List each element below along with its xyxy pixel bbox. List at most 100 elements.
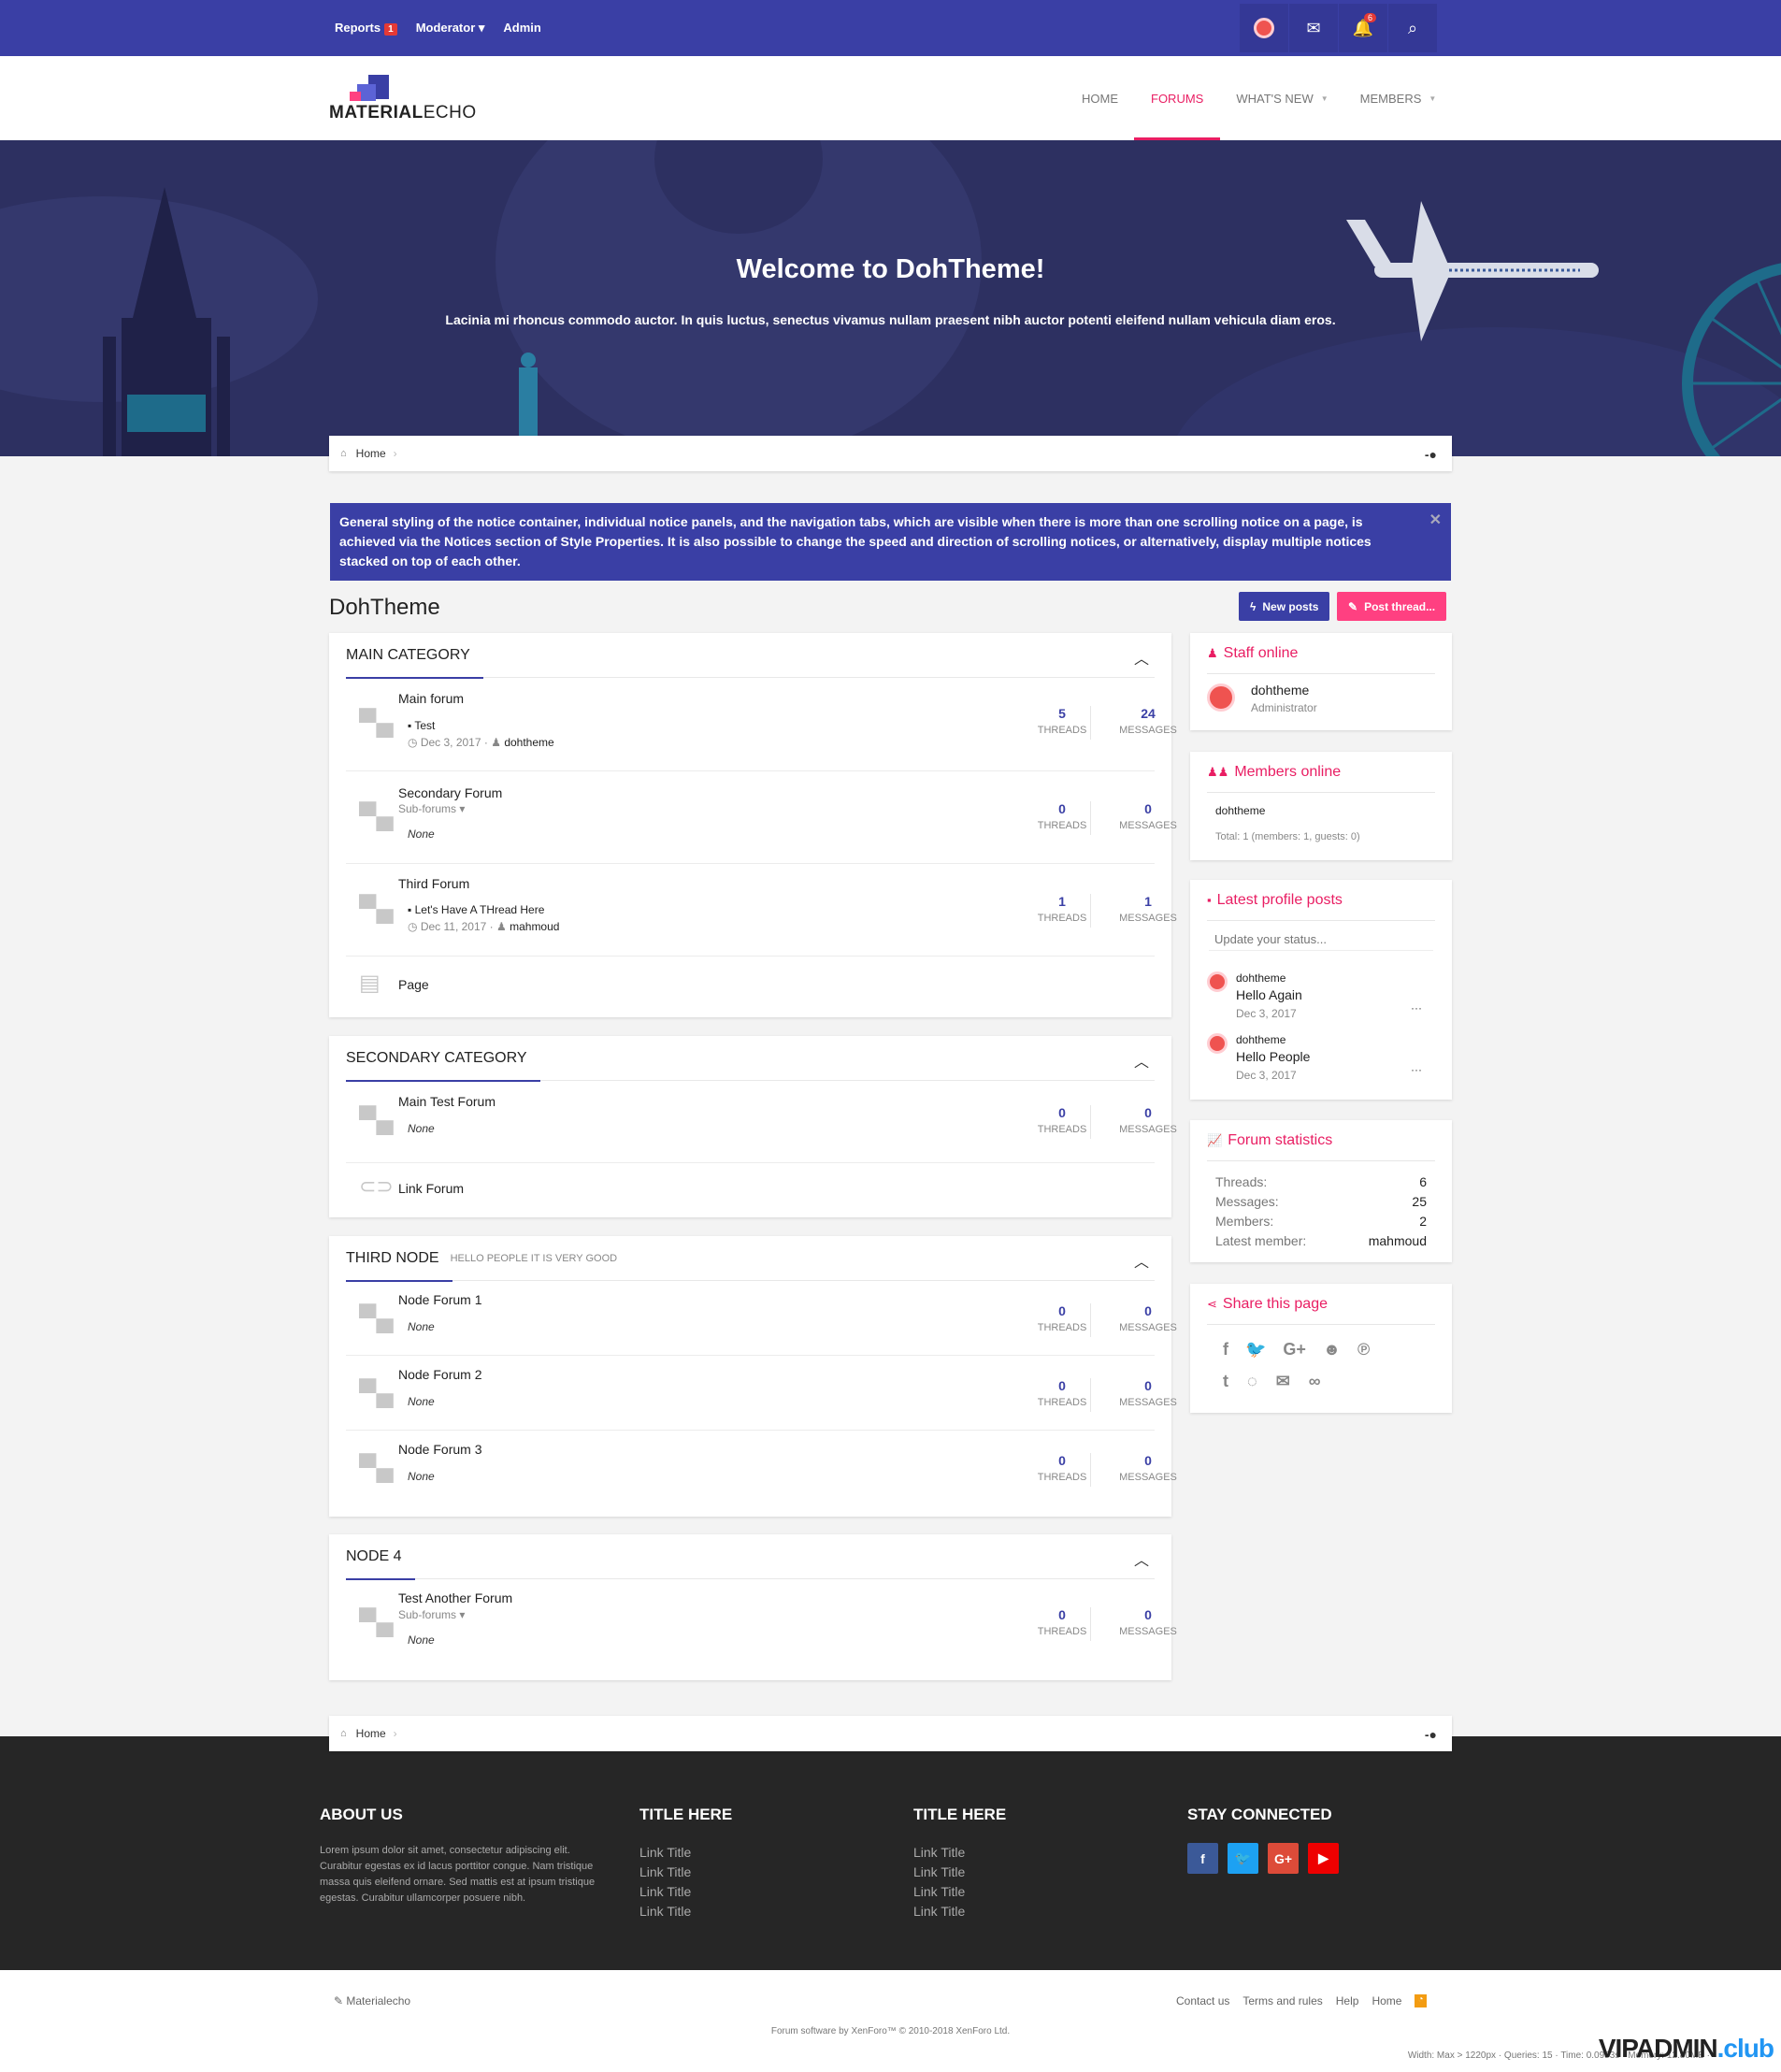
node-title[interactable]: Main Test Forum bbox=[398, 1094, 496, 1109]
chevron-up-icon[interactable]: ︿ bbox=[1134, 646, 1149, 669]
threads-label: THREADS bbox=[1037, 1626, 1087, 1637]
alerts-button[interactable]: 🔔 6 bbox=[1339, 4, 1387, 52]
latest-thread-link[interactable]: Test bbox=[414, 719, 435, 732]
node-title[interactable]: Third Forum bbox=[398, 876, 469, 891]
reports-link[interactable]: Reports 1 bbox=[335, 21, 397, 36]
google-plus-icon[interactable]: G+ bbox=[1268, 1843, 1299, 1874]
staff-name[interactable]: dohtheme bbox=[1251, 683, 1309, 698]
close-icon[interactable]: ✕ bbox=[1429, 511, 1442, 530]
node-title[interactable]: Main forum bbox=[398, 691, 464, 706]
footer: ABOUT US Lorem ipsum dolor sit amet, con… bbox=[0, 1736, 1781, 1970]
brush-icon: ✎ bbox=[334, 1994, 347, 2007]
avatar[interactable] bbox=[1207, 683, 1235, 712]
footer-link[interactable]: Link Title bbox=[913, 1882, 1006, 1902]
terms-link[interactable]: Terms and rules bbox=[1242, 1994, 1322, 2007]
nav-home[interactable]: HOME bbox=[1066, 56, 1134, 140]
node-title[interactable]: Test Another Forum bbox=[398, 1590, 512, 1605]
post-author[interactable]: dohtheme bbox=[1236, 971, 1285, 985]
footer-link[interactable]: Link Title bbox=[913, 1902, 1006, 1921]
new-posts-button[interactable]: ϟ New posts bbox=[1239, 592, 1330, 621]
footer-link[interactable]: Link Title bbox=[639, 1843, 732, 1863]
category-secondary: SECONDARY CATEGORY ︿ ▀▄ Main Test Forum N… bbox=[329, 1036, 1177, 1217]
subforums-toggle[interactable]: Sub-forums ▾ bbox=[398, 1608, 465, 1621]
no-latest: None bbox=[408, 827, 435, 841]
footer-about-text: Lorem ipsum dolor sit amet, consectetur … bbox=[320, 1845, 596, 1904]
hero-banner: Welcome to DohTheme! Lacinia mi rhoncus … bbox=[0, 140, 1781, 456]
bottom-bar: ✎ Materialecho Contact us Terms and rule… bbox=[0, 1970, 1781, 2072]
youtube-icon[interactable]: ▶ bbox=[1308, 1843, 1339, 1874]
messages-stat: 0 MESSAGES bbox=[1113, 1607, 1183, 1637]
reddit-icon[interactable]: ☻ bbox=[1323, 1340, 1341, 1360]
tumblr-icon[interactable]: t bbox=[1223, 1372, 1228, 1391]
footer-link[interactable]: Link Title bbox=[913, 1863, 1006, 1882]
more-icon[interactable]: ··· bbox=[1411, 1063, 1422, 1076]
category-title[interactable]: SECONDARY CATEGORY bbox=[346, 1036, 540, 1082]
category-title[interactable]: MAIN CATEGORY bbox=[346, 633, 483, 679]
home-link[interactable]: Home bbox=[1372, 1994, 1401, 2007]
twitter-icon[interactable]: 🐦 bbox=[1245, 1340, 1266, 1360]
nav-forums[interactable]: FORUMS bbox=[1134, 56, 1221, 140]
avatar[interactable] bbox=[1207, 971, 1228, 992]
facebook-icon[interactable]: f bbox=[1223, 1340, 1228, 1360]
twitter-icon[interactable]: 🐦 bbox=[1228, 1843, 1258, 1874]
stat-label: Latest member: bbox=[1215, 1233, 1307, 1248]
footer-link[interactable]: Link Title bbox=[639, 1902, 732, 1921]
contact-link[interactable]: Contact us bbox=[1176, 1994, 1229, 2007]
category-title[interactable]: NODE 4 bbox=[346, 1534, 415, 1580]
avatar[interactable] bbox=[1207, 1033, 1228, 1054]
no-latest: None bbox=[408, 1633, 435, 1647]
latest-user[interactable]: mahmoud bbox=[510, 920, 559, 933]
latest-user[interactable]: dohtheme bbox=[504, 736, 553, 749]
account-avatar-button[interactable] bbox=[1240, 4, 1288, 52]
latest-member-link[interactable]: mahmoud bbox=[1369, 1231, 1427, 1251]
chevron-right-icon: › bbox=[393, 1727, 397, 1740]
online-member[interactable]: dohtheme bbox=[1215, 804, 1265, 817]
breadcrumb-home[interactable]: Home bbox=[356, 447, 386, 460]
nav-members[interactable]: MEMBERS ▼ bbox=[1344, 56, 1453, 140]
subforums-toggle[interactable]: Sub-forums ▾ bbox=[398, 802, 465, 815]
chart-icon: 📈 bbox=[1207, 1132, 1223, 1147]
chevron-up-icon[interactable]: ︿ bbox=[1134, 1049, 1149, 1072]
node-title[interactable]: Link Forum bbox=[398, 1181, 464, 1196]
facebook-icon[interactable]: f bbox=[1187, 1843, 1218, 1874]
style-toggle-icon[interactable]: -● bbox=[1425, 447, 1437, 462]
style-chooser[interactable]: ✎ Materialecho bbox=[334, 1994, 410, 2007]
whatsapp-icon[interactable]: ◌ bbox=[1247, 1372, 1257, 1391]
site-logo[interactable]: MATERIALECHO bbox=[329, 75, 477, 123]
admin-link[interactable]: Admin bbox=[503, 21, 540, 36]
category-title[interactable]: THIRD NODE bbox=[346, 1236, 452, 1282]
google-plus-icon[interactable]: G+ bbox=[1283, 1340, 1306, 1360]
rss-icon[interactable]: ◔ bbox=[1415, 1994, 1427, 2007]
inbox-button[interactable]: ✉ bbox=[1289, 4, 1338, 52]
latest-thread-link[interactable]: Let's Have A THread Here bbox=[415, 903, 545, 916]
footer-link[interactable]: Link Title bbox=[639, 1863, 732, 1882]
node-title[interactable]: Node Forum 2 bbox=[398, 1367, 481, 1382]
forum-icon: ▀▄ bbox=[359, 894, 394, 922]
status-input[interactable] bbox=[1209, 928, 1433, 951]
footer-link[interactable]: Link Title bbox=[639, 1882, 732, 1902]
notice-banner: General styling of the notice container,… bbox=[330, 503, 1451, 581]
post-thread-button[interactable]: ✎ Post thread... bbox=[1337, 592, 1447, 621]
pinterest-icon[interactable]: ℗ bbox=[1357, 1340, 1370, 1360]
node-title[interactable]: Node Forum 1 bbox=[398, 1292, 481, 1307]
footer-link[interactable]: Link Title bbox=[913, 1843, 1006, 1863]
footer-col3-title: TITLE HERE bbox=[913, 1806, 1007, 1823]
help-link[interactable]: Help bbox=[1336, 1994, 1359, 2007]
node-title[interactable]: Node Forum 3 bbox=[398, 1442, 481, 1457]
link-icon[interactable]: ∞ bbox=[1309, 1372, 1321, 1391]
node-title[interactable]: Secondary Forum bbox=[398, 785, 502, 800]
node-title[interactable]: Page bbox=[398, 977, 429, 992]
post-author[interactable]: dohtheme bbox=[1236, 1033, 1285, 1046]
post-text: Hello People bbox=[1236, 1049, 1311, 1064]
breadcrumb-home[interactable]: Home bbox=[356, 1727, 386, 1740]
notice-text: General styling of the notice container,… bbox=[339, 514, 1372, 568]
more-icon[interactable]: ··· bbox=[1411, 1001, 1422, 1014]
chevron-up-icon[interactable]: ︿ bbox=[1134, 1547, 1149, 1570]
user-icon: ♟ bbox=[491, 736, 501, 749]
chevron-up-icon[interactable]: ︿ bbox=[1134, 1249, 1149, 1272]
moderator-menu[interactable]: Moderator ▾ bbox=[416, 21, 485, 36]
nav-whats-new[interactable]: WHAT'S NEW ▼ bbox=[1220, 56, 1343, 140]
email-icon[interactable]: ✉ bbox=[1276, 1372, 1290, 1391]
style-toggle-icon[interactable]: -● bbox=[1425, 1727, 1437, 1742]
search-button[interactable]: ⌕ bbox=[1388, 4, 1437, 52]
